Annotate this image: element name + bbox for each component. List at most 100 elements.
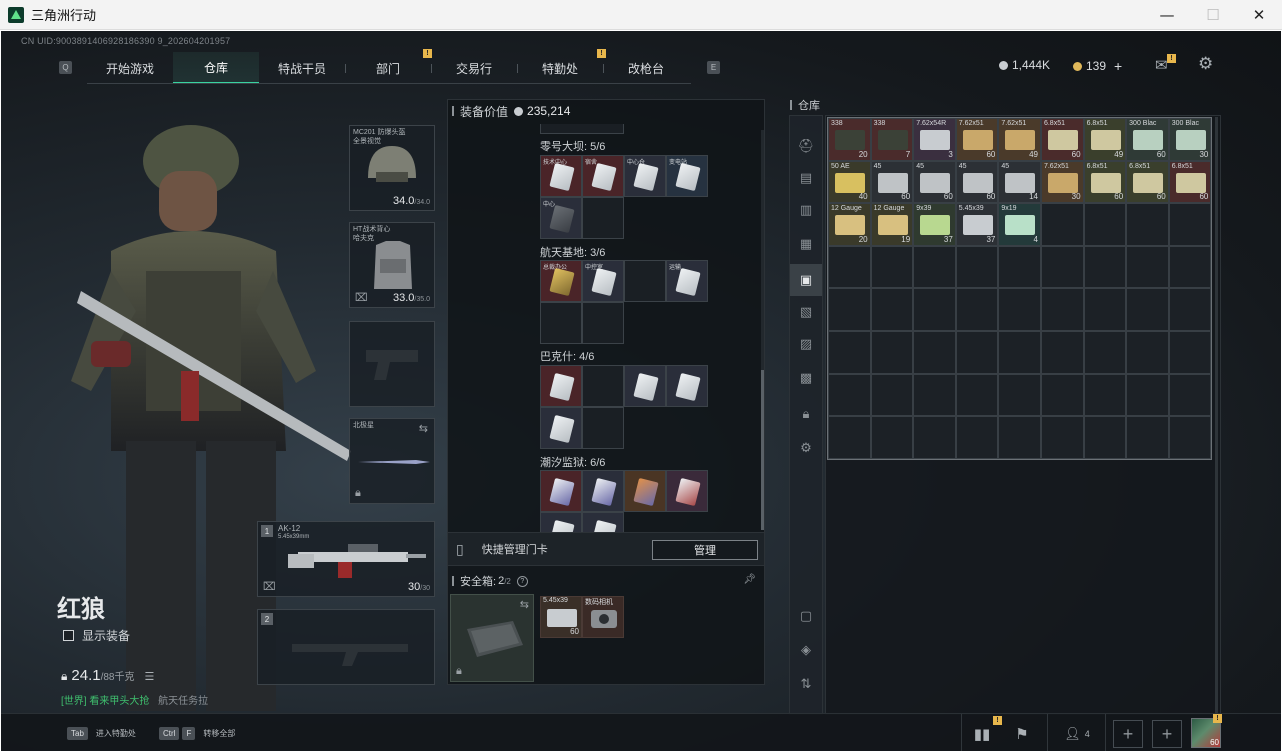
warehouse-empty-cell[interactable] xyxy=(828,330,871,374)
mail-icon[interactable]: ✉ xyxy=(1155,56,1168,74)
keycard-slot-empty[interactable] xyxy=(582,197,624,239)
keycard-slot-empty[interactable] xyxy=(582,365,624,407)
warehouse-empty-cell[interactable] xyxy=(913,288,956,331)
warehouse-empty-cell[interactable] xyxy=(1168,330,1212,374)
keycard-slot[interactable] xyxy=(540,470,582,512)
warehouse-empty-cell[interactable] xyxy=(1083,203,1127,246)
weight-details-icon[interactable]: ☰ xyxy=(145,670,155,683)
warehouse-item[interactable]: 6.8x51 60 xyxy=(1083,160,1127,204)
keycard-slot[interactable] xyxy=(666,470,708,512)
tab-start-game[interactable]: 开始游戏 xyxy=(87,52,173,84)
armor-slot[interactable]: HT战术背心 哈夫克 ⌧ 33.0/35.0 xyxy=(349,222,435,308)
keycard-slot[interactable]: 中心 xyxy=(540,197,582,239)
warehouse-item[interactable]: 338 7 xyxy=(870,118,914,161)
warehouse-item[interactable]: 45 60 xyxy=(955,160,999,204)
tab-special-ops[interactable]: 特勤处 xyxy=(517,52,603,84)
warehouse-empty-cell[interactable] xyxy=(955,245,999,289)
keycard-slot-empty[interactable] xyxy=(540,302,582,344)
warehouse-empty-cell[interactable] xyxy=(1168,288,1212,331)
keycard-slot-empty[interactable] xyxy=(582,302,624,344)
category-helmet-icon[interactable]: ⛑︎ xyxy=(790,130,822,162)
warehouse-empty-cell[interactable] xyxy=(913,373,956,417)
primary-weapon-slot[interactable]: 1 AK-12 5.45x39mm ⌧ 30/30 xyxy=(257,521,435,597)
warehouse-empty-cell[interactable] xyxy=(1083,288,1127,331)
warehouse-item[interactable]: 7.62x54R 3 xyxy=(913,118,956,161)
warehouse-sort-icon[interactable]: ⇅ xyxy=(790,668,822,700)
warehouse-empty-cell[interactable] xyxy=(1168,245,1212,289)
melee-slot[interactable]: 北极星 ⇆ 🔒︎ xyxy=(349,418,435,504)
warehouse-empty-cell[interactable] xyxy=(955,330,999,374)
warehouse-empty-cell[interactable] xyxy=(998,288,1041,331)
warehouse-empty-cell[interactable] xyxy=(1168,203,1212,246)
keycard-slot[interactable]: 中控室 xyxy=(582,260,624,302)
warehouse-empty-cell[interactable] xyxy=(828,373,871,417)
warehouse-empty-cell[interactable] xyxy=(870,416,914,459)
secondary-weapon-slot[interactable]: 2 xyxy=(257,609,435,685)
swap-icon[interactable]: ⇆ xyxy=(419,422,428,435)
maximize-button[interactable]: ☐ xyxy=(1190,0,1236,30)
keycard-slot[interactable]: 运输 xyxy=(666,260,708,302)
hint-enter-special-ops[interactable]: Tab 进入特勤处 xyxy=(67,727,136,740)
tab-trading[interactable]: 交易行 xyxy=(431,52,517,84)
add-gold-button[interactable]: + xyxy=(1114,58,1122,74)
warehouse-empty-cell[interactable] xyxy=(1040,203,1084,246)
warehouse-empty-cell[interactable] xyxy=(828,245,871,289)
category-weapon-icon[interactable]: ▦ xyxy=(790,228,822,260)
safe-item-ammo[interactable]: 5.45x39 60 xyxy=(540,596,582,638)
warehouse-item[interactable]: 6.8x51 60 xyxy=(1168,160,1212,204)
warehouse-empty-cell[interactable] xyxy=(1126,245,1169,289)
nav-prev-key[interactable]: Q xyxy=(59,61,72,74)
keycard-slot[interactable]: 变电站 xyxy=(666,155,708,197)
keycard-slot[interactable]: 中心仓 xyxy=(624,155,666,197)
pin-icon[interactable]: 📌︎ xyxy=(743,574,756,585)
warehouse-empty-cell[interactable] xyxy=(955,288,999,331)
help-icon[interactable]: ? xyxy=(516,575,528,587)
warehouse-item[interactable]: 6.8x51 49 xyxy=(1083,118,1127,161)
show-equipment-toggle[interactable]: 显示装备 xyxy=(63,627,130,644)
warehouse-item[interactable]: 9x19 4 xyxy=(998,203,1041,246)
warehouse-empty-cell[interactable] xyxy=(1083,416,1127,459)
warehouse-empty-cell[interactable] xyxy=(913,245,956,289)
keycard-slot-empty[interactable] xyxy=(624,260,666,302)
warehouse-empty-cell[interactable] xyxy=(913,330,956,374)
invite-slot-2-button[interactable]: + xyxy=(1152,720,1182,748)
warehouse-item[interactable]: 300 Blac 60 xyxy=(1126,118,1169,161)
safe-box-container[interactable]: ⇆ 🔒︎ xyxy=(450,594,534,682)
keycard-slot[interactable] xyxy=(582,470,624,512)
close-button[interactable]: ✕ xyxy=(1236,0,1282,30)
warehouse-id-icon[interactable]: ▢ xyxy=(790,600,822,632)
sidearm-slot[interactable] xyxy=(349,321,435,407)
warehouse-empty-cell[interactable] xyxy=(1126,373,1169,417)
minimize-button[interactable]: — xyxy=(1144,0,1190,30)
keycard-slot[interactable] xyxy=(666,365,708,407)
keycard-slot-empty[interactable] xyxy=(582,407,624,449)
keycard-slot[interactable] xyxy=(624,365,666,407)
settings-gear-icon[interactable]: ⚙ xyxy=(1198,54,1213,74)
tab-warehouse[interactable]: 仓库 xyxy=(173,52,259,84)
warehouse-empty-cell[interactable] xyxy=(998,245,1041,289)
warehouse-item[interactable]: 45 14 xyxy=(998,160,1041,204)
warehouse-empty-cell[interactable] xyxy=(1083,245,1127,289)
warehouse-empty-cell[interactable] xyxy=(870,288,914,331)
category-ammo-box-icon[interactable]: ▣ xyxy=(790,264,822,296)
keycard-slot[interactable] xyxy=(540,407,582,449)
flag-icon[interactable]: ⚑ xyxy=(1007,721,1037,747)
keycard-scrollbar-thumb[interactable] xyxy=(761,370,764,530)
invite-slot-1-button[interactable]: + xyxy=(1113,720,1143,748)
warehouse-item[interactable]: 7.62x51 49 xyxy=(998,118,1041,161)
warehouse-item[interactable]: 7.62x51 30 xyxy=(1040,160,1084,204)
warehouse-empty-cell[interactable] xyxy=(1040,416,1084,459)
keycard-slot[interactable] xyxy=(624,470,666,512)
category-ammo-icon[interactable]: ▤ xyxy=(790,162,822,194)
warehouse-empty-cell[interactable] xyxy=(1126,416,1169,459)
swap-icon[interactable]: ⇆ xyxy=(520,598,529,611)
warehouse-empty-cell[interactable] xyxy=(870,373,914,417)
warehouse-item[interactable]: 338 20 xyxy=(828,118,871,161)
warehouse-empty-cell[interactable] xyxy=(1083,330,1127,374)
show-equipment-checkbox[interactable] xyxy=(63,630,74,641)
warehouse-empty-cell[interactable] xyxy=(1040,330,1084,374)
chat-preview[interactable]: [世界] 看来甲头大抢 航天任务拉 xyxy=(61,692,208,707)
gold-currency[interactable]: 139 + xyxy=(1073,58,1122,74)
warehouse-item[interactable]: 45 60 xyxy=(913,160,956,204)
warehouse-scrollbar[interactable] xyxy=(1215,117,1218,713)
